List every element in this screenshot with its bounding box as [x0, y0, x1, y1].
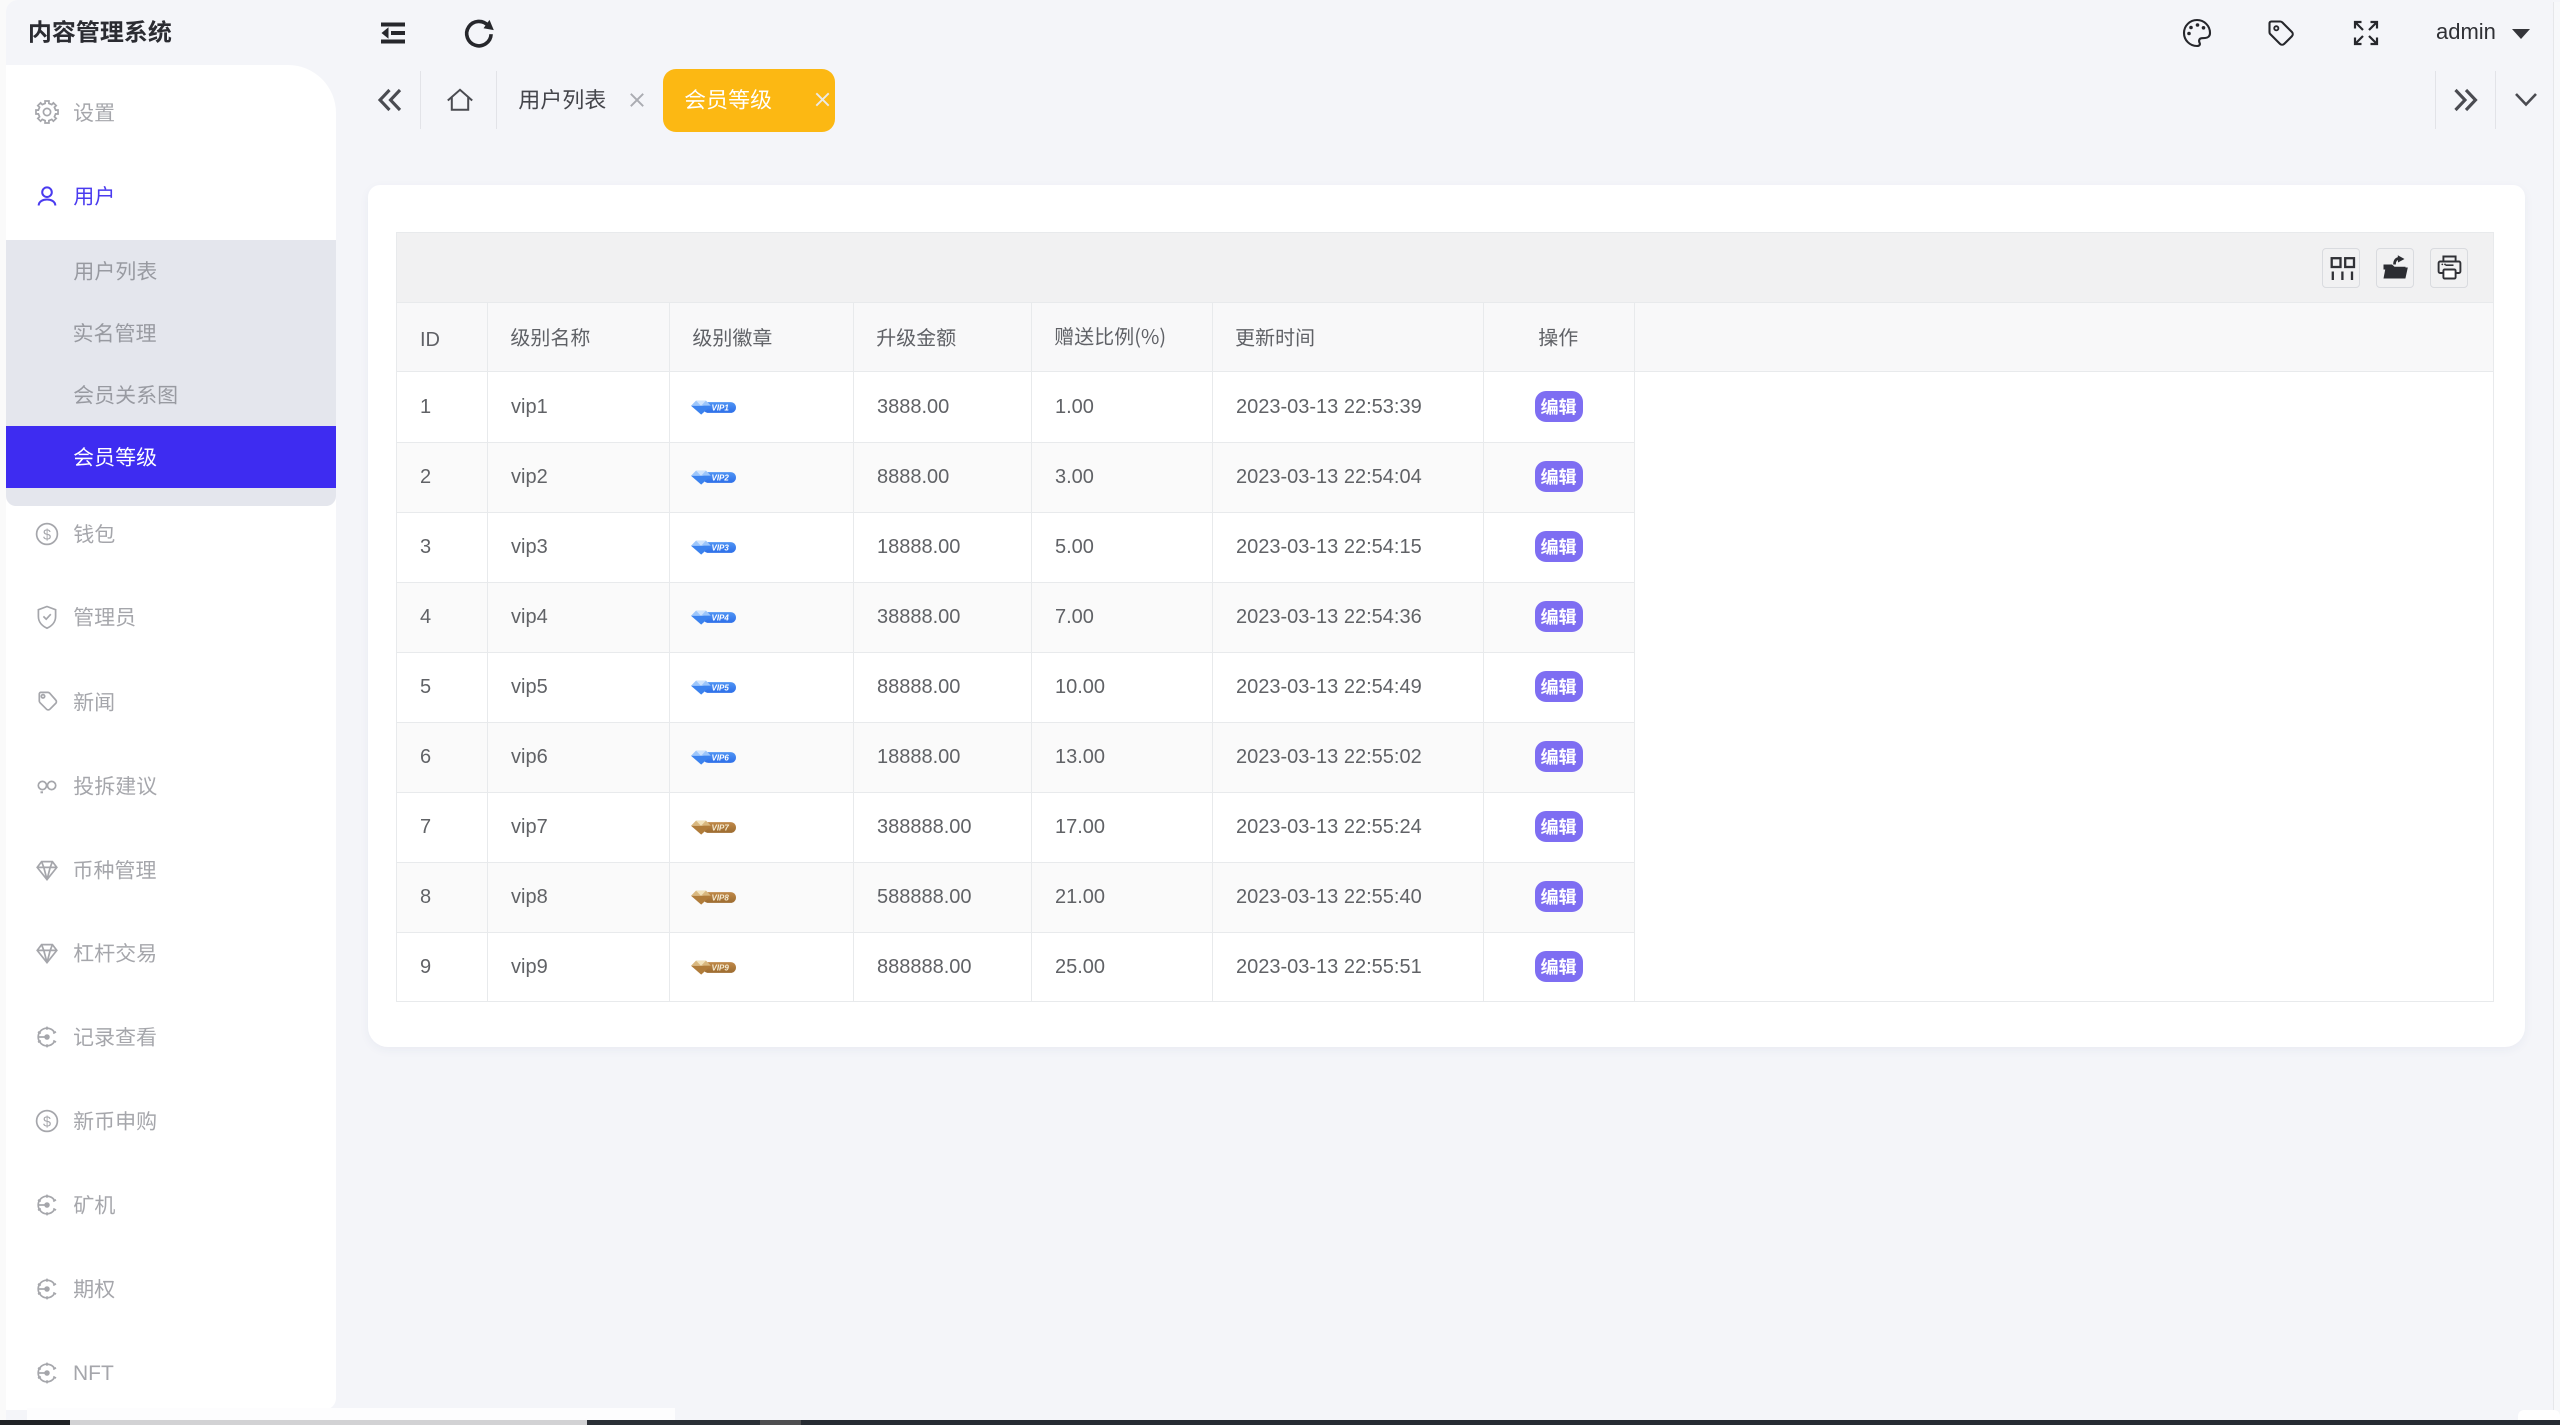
svg-text:VIP8: VIP8 — [712, 893, 730, 902]
svg-text:VIP2: VIP2 — [712, 473, 730, 482]
svg-text:VIP7: VIP7 — [712, 823, 730, 832]
svg-text:VIP3: VIP3 — [712, 543, 730, 552]
svg-text:$: $ — [43, 527, 51, 543]
svg-text:VIP4: VIP4 — [712, 613, 730, 622]
svg-text:$: $ — [43, 1114, 51, 1130]
svg-text:VIP1: VIP1 — [712, 403, 730, 412]
svg-text:VIP6: VIP6 — [712, 753, 730, 762]
svg-text:VIP9: VIP9 — [712, 963, 730, 972]
svg-text:VIP5: VIP5 — [712, 683, 730, 692]
